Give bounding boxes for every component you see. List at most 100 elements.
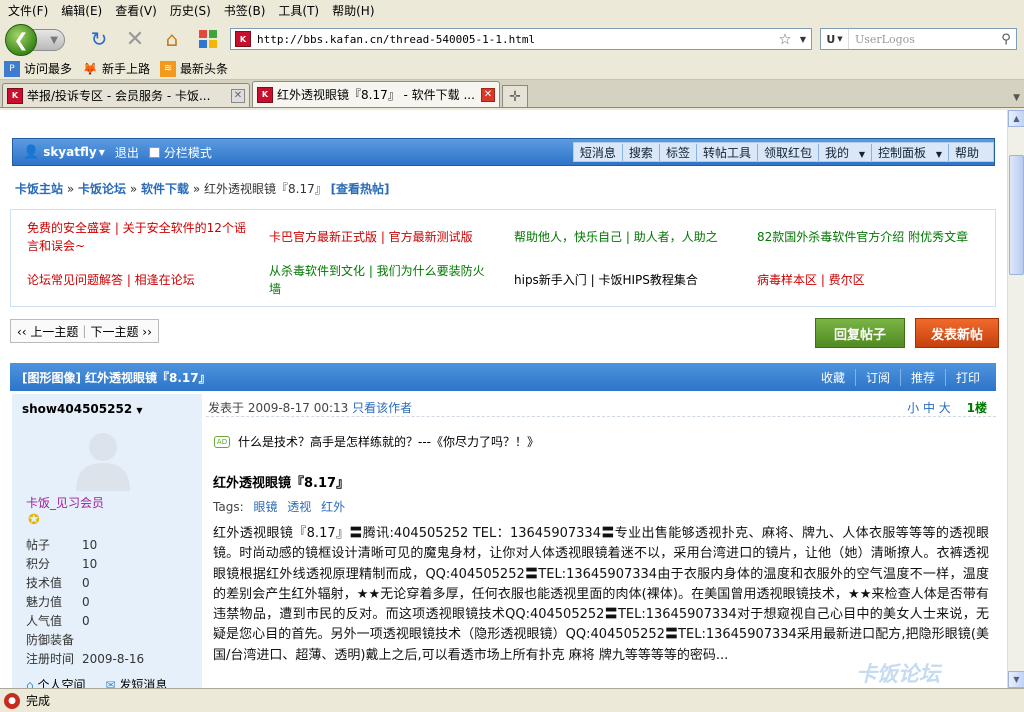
search-engine-icon[interactable]: U ▼ (821, 29, 849, 49)
menu-history[interactable]: 历史(S) (166, 2, 220, 19)
new-thread-button[interactable]: 发表新帖 (915, 318, 999, 348)
post-title: 红外透视眼镜『8.17』 (213, 476, 350, 491)
post-meta: 发表于 2009-8-17 00:13 只看该作者 (208, 401, 413, 415)
menu-my[interactable]: 我的 ▼ (817, 143, 871, 161)
menu-control-panel[interactable]: 控制面板 ▼ (870, 143, 948, 161)
split-mode-toggle[interactable]: 分栏模式 (148, 144, 212, 161)
tab-bar: K 举报/投诉专区 - 会员服务 - 卡饭... ✕ K 红外透视眼镜『8.17… (0, 80, 1024, 108)
author-name[interactable]: show404505252 ▼ (22, 402, 143, 416)
menu-file[interactable]: 文件(F) (4, 2, 57, 19)
logout-link[interactable]: 退出 (115, 144, 139, 161)
tag-link[interactable]: 透视 (287, 500, 311, 514)
floor-number[interactable]: 1楼 (967, 401, 987, 415)
scroll-down-icon[interactable]: ▼ (1008, 671, 1024, 688)
user-menu: 短消息 搜索 标签 转帖工具 领取红包 我的 ▼ 控制面板 ▼ 帮助 (572, 142, 994, 162)
prev-thread-link[interactable]: ‹‹ 上一主题 (17, 323, 78, 340)
url-bar[interactable]: K http://bbs.kafan.cn/thread-540005-1-1.… (230, 28, 812, 50)
menu-tags[interactable]: 标签 (658, 143, 696, 161)
forward-button[interactable]: ▼ (33, 29, 65, 51)
announcement-item[interactable]: 免费的安全盛宴 | 关于安全软件的12个谣言和误会~ (27, 219, 247, 255)
menu-messages[interactable]: 短消息 (574, 144, 622, 161)
ad-icon: AD (214, 435, 230, 448)
announcement-item[interactable]: 卡巴官方最新正式版 | 官方最新测试版 (269, 228, 473, 246)
menu-view[interactable]: 查看(V) (111, 2, 166, 19)
chevron-down-icon: ▼ (935, 149, 942, 159)
site-favicon-icon: K (235, 31, 251, 47)
menu-repost-tool[interactable]: 转帖工具 (695, 143, 757, 161)
menu-help[interactable]: 帮助(H) (328, 2, 383, 19)
bookmark-latest-headlines[interactable]: ≋ 最新头条 (160, 60, 228, 77)
breadcrumb-forum[interactable]: 卡饭论坛 (78, 182, 126, 196)
status-text: 完成 (26, 694, 51, 708)
url-text[interactable]: http://bbs.kafan.cn/thread-540005-1-1.ht… (257, 33, 775, 46)
post-tags: Tags: 眼镜 透视 红外 (213, 500, 346, 514)
thread-category[interactable]: [图形图像] (22, 369, 81, 386)
recommend-link[interactable]: 推荐 (899, 368, 945, 386)
breadcrumb-home[interactable]: 卡饭主站 (15, 182, 63, 196)
tag-link[interactable]: 红外 (321, 500, 345, 514)
favorite-link[interactable]: 收藏 (811, 369, 855, 386)
breadcrumb: 卡饭主站 » 卡饭论坛 » 软件下载 » 红外透视眼镜『8.17』 [查看热帖] (15, 182, 390, 196)
announcement-item[interactable]: 从杀毒软件到文化 | 我们为什么要装防火墙 (269, 262, 489, 298)
tab-list-icon[interactable]: ▼ (1013, 93, 1020, 103)
tag-link[interactable]: 眼镜 (253, 500, 277, 514)
url-dropdown-icon[interactable]: ▼ (795, 35, 811, 44)
search-box[interactable]: U ▼ UserLogos ⚲ (820, 28, 1017, 50)
bookmark-most-visited[interactable]: P 访问最多 (4, 60, 72, 77)
username[interactable]: skyatfly (43, 145, 97, 159)
back-forward-group: ▼ ❮ (5, 24, 65, 56)
vertical-scrollbar[interactable]: ▲ ▼ (1007, 110, 1024, 688)
home-icon[interactable]: ⌂ (161, 27, 183, 51)
subscribe-link[interactable]: 订阅 (854, 368, 900, 386)
announcement-item[interactable]: 论坛常见问题解答 | 相逢在论坛 (27, 271, 195, 289)
only-author-link[interactable]: 只看该作者 (352, 401, 412, 415)
stop-icon[interactable]: ✕ (124, 27, 146, 52)
menu-help[interactable]: 帮助 (947, 143, 985, 161)
announcement-item[interactable]: 病毒样本区 | 费尔区 (757, 271, 865, 289)
chevron-down-icon[interactable]: ▼ (50, 35, 58, 46)
bookmarks-toolbar: P 访问最多 🦊 新手上路 ≋ 最新头条 (0, 58, 1024, 80)
chevron-down-icon[interactable]: ▼ (99, 148, 105, 157)
site-favicon-icon: K (257, 86, 273, 103)
menu-tools[interactable]: 工具(T) (274, 2, 328, 19)
author-rank: 卡饭_见习会员 (26, 496, 105, 510)
page-content: 👤 skyatfly ▼ 退出 分栏模式 短消息 搜索 标签 转帖工具 领取红包… (0, 110, 1007, 688)
scroll-thumb[interactable] (1009, 155, 1024, 275)
font-size-links[interactable]: 小 中 大 (907, 401, 951, 415)
menu-red-packet[interactable]: 领取红包 (756, 143, 818, 161)
back-button[interactable]: ❮ (5, 24, 37, 56)
bookmark-getting-started[interactable]: 🦊 新手上路 (82, 60, 151, 77)
magnifier-icon[interactable]: ⚲ (996, 32, 1016, 47)
announcement-item[interactable]: 帮助他人，快乐自己 | 助人者，人助之 (514, 228, 718, 246)
chevron-down-icon: ▼ (858, 149, 865, 159)
send-message-link[interactable]: ✉ 发短消息 (105, 676, 167, 688)
post-size-controls: 小 中 大 1楼 (907, 399, 987, 416)
menu-edit[interactable]: 编辑(E) (57, 2, 111, 19)
scroll-up-icon[interactable]: ▲ (1008, 110, 1024, 127)
print-link[interactable]: 打印 (944, 368, 990, 386)
menu-search[interactable]: 搜索 (621, 143, 659, 161)
bookmark-star-icon[interactable]: ☆ (775, 30, 795, 48)
new-tab-button[interactable]: ✛ (502, 85, 528, 107)
tab-close-icon[interactable]: ✕ (481, 87, 495, 102)
post-ad[interactable]: AD 什么是技术？高手是怎样练就的？---《你尽力了吗？！》 (214, 433, 539, 450)
author-stats: 帖子 10 积分 10 技术值 0 魅力值 0 人气值 0 防御装备 注册时间 2009-8… (26, 538, 145, 666)
breadcrumb-title: 红外透视眼镜『8.17』 (204, 182, 327, 196)
profile-link[interactable]: ⌂ 个人空间 (26, 676, 85, 688)
search-input[interactable]: UserLogos (849, 33, 996, 46)
breadcrumb-board[interactable]: 软件下载 (141, 182, 189, 196)
reply-button[interactable]: 回复帖子 (815, 318, 905, 348)
next-thread-link[interactable]: 下一主题 ›› (90, 323, 151, 340)
grid-addon-icon[interactable] (197, 28, 219, 50)
reload-icon[interactable]: ↻ (88, 27, 110, 51)
avatar[interactable] (70, 429, 136, 491)
announcement-item[interactable]: 82款国外杀毒软件官方介绍 附优秀文章 (757, 228, 968, 246)
announcement-item[interactable]: hips新手入门 | 卡饭HIPS教程集合 (514, 271, 698, 289)
tab-thread[interactable]: K 红外透视眼镜『8.17』 - 软件下载 ... ✕ (252, 81, 500, 107)
menu-bookmarks[interactable]: 书签(B) (220, 2, 275, 19)
checkbox-icon[interactable] (148, 146, 160, 158)
tab-report[interactable]: K 举报/投诉专区 - 会员服务 - 卡饭... ✕ (2, 83, 250, 107)
hot-threads-link[interactable]: [查看热帖] (331, 182, 390, 196)
tab-close-icon[interactable]: ✕ (231, 88, 245, 103)
chevron-down-icon: ▼ (136, 406, 143, 415)
